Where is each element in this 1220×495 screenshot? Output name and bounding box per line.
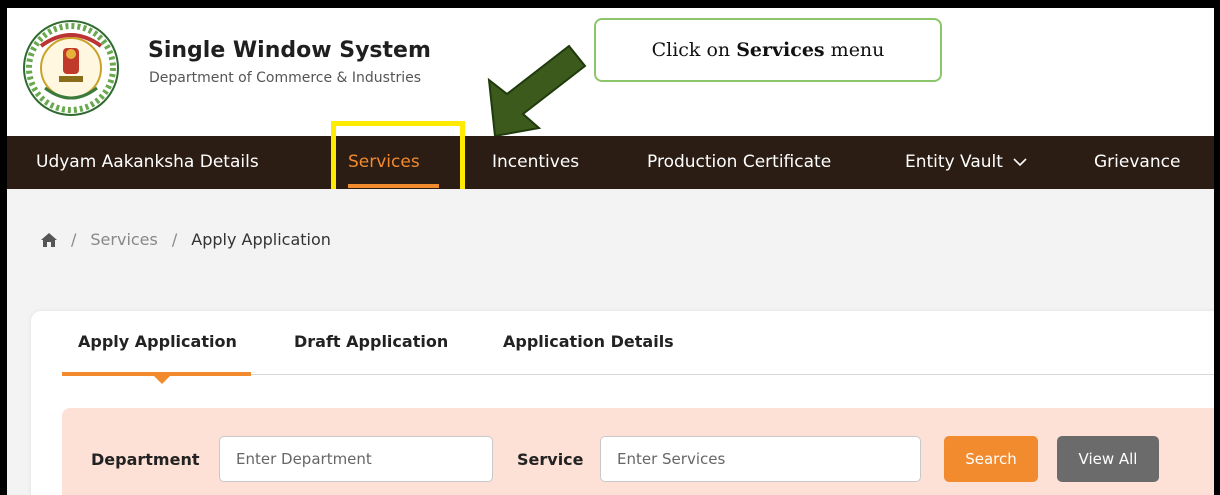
main-nav: Udyam Aakanksha Details Services Incenti… bbox=[7, 136, 1214, 189]
nav-item-entity-vault[interactable]: Entity Vault bbox=[905, 136, 1027, 189]
nav-item-entity-vault-label: Entity Vault bbox=[905, 152, 1003, 172]
pointer-arrow-icon bbox=[487, 44, 587, 138]
tab-draft-application[interactable]: Draft Application bbox=[294, 332, 448, 372]
breadcrumb-separator: / bbox=[71, 230, 77, 249]
screenshot-frame: Single Window System Department of Comme… bbox=[0, 0, 1220, 495]
tab-caret-icon bbox=[153, 375, 171, 384]
instruction-callout: Click on Services menu bbox=[594, 18, 942, 82]
search-button[interactable]: Search bbox=[944, 436, 1038, 482]
callout-bold: Services bbox=[736, 39, 825, 61]
home-icon[interactable] bbox=[41, 232, 57, 247]
callout-prefix: Click on bbox=[651, 39, 731, 61]
breadcrumb-current: Apply Application bbox=[191, 230, 331, 249]
view-all-button[interactable]: View All bbox=[1057, 436, 1159, 482]
tab-apply-application[interactable]: Apply Application bbox=[78, 332, 237, 372]
nav-item-production-certificate[interactable]: Production Certificate bbox=[647, 136, 831, 189]
service-label: Service bbox=[517, 450, 584, 469]
tab-application-details[interactable]: Application Details bbox=[503, 332, 674, 372]
breadcrumb: / Services / Apply Application bbox=[41, 230, 331, 249]
breadcrumb-link-services[interactable]: Services bbox=[90, 230, 157, 249]
service-input[interactable] bbox=[600, 436, 921, 482]
brand-subtitle: Department of Commerce & Industries bbox=[149, 70, 422, 86]
government-emblem-logo bbox=[23, 20, 119, 116]
site-header: Single Window System Department of Comme… bbox=[7, 8, 1214, 136]
department-label: Department bbox=[91, 450, 200, 469]
callout-suffix: menu bbox=[830, 39, 885, 61]
brand-title: Single Window System bbox=[148, 38, 431, 63]
department-input[interactable] bbox=[219, 436, 493, 482]
nav-item-grievance[interactable]: Grievance bbox=[1094, 136, 1180, 189]
chevron-down-icon bbox=[1013, 158, 1027, 167]
nav-item-udyam-aakanksha-details[interactable]: Udyam Aakanksha Details bbox=[36, 136, 259, 189]
nav-item-incentives[interactable]: Incentives bbox=[492, 136, 579, 189]
breadcrumb-separator: / bbox=[171, 230, 178, 249]
